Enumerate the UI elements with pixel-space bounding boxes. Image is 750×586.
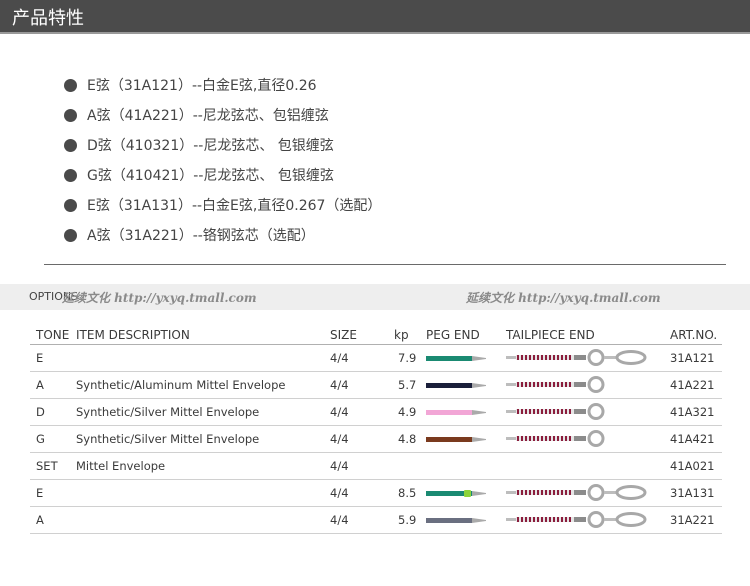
- art-no-cell: 31A221: [670, 513, 715, 527]
- feature-text: G弦（410421）--尼龙弦芯、 包银缠弦: [87, 168, 334, 184]
- bullet-icon: [64, 228, 77, 242]
- peg-end-icon: [426, 383, 486, 388]
- options-table: TONE ITEM DESCRIPTION SIZE kp PEG END TA…: [30, 326, 722, 534]
- feature-text: D弦（410321）--尼龙弦芯、 包银缠弦: [87, 138, 334, 154]
- header-art-no: ART.NO.: [670, 328, 718, 342]
- art-no-cell: 31A121: [670, 351, 715, 365]
- size-cell: 4/4: [330, 351, 349, 365]
- tone-cell: G: [36, 432, 45, 446]
- bullet-icon: [64, 78, 77, 92]
- table-row: A 4/4 5.9 31A221: [30, 507, 722, 534]
- kp-cell: 7.9: [398, 351, 417, 365]
- tone-cell: A: [36, 513, 44, 527]
- kp-cell: 4.9: [398, 405, 417, 419]
- size-cell: 4/4: [330, 432, 349, 446]
- peg-end-icon: [426, 437, 486, 442]
- bullet-icon: [64, 168, 77, 182]
- kp-cell: 5.9: [398, 513, 417, 527]
- art-no-cell: 41A321: [670, 405, 715, 419]
- kp-cell: 5.7: [398, 378, 417, 392]
- header-peg-end: PEG END: [426, 328, 480, 342]
- description-cell: Synthetic/Aluminum Mittel Envelope: [76, 378, 286, 392]
- peg-end-icon: [426, 518, 486, 523]
- options-band: OPTIONS 延续文化 http://yxyq.tmall.com 延续文化 …: [0, 284, 750, 310]
- watermark-left: 延续文化 http://yxyq.tmall.com: [62, 291, 257, 305]
- header-tailpiece-end: TAILPIECE END: [506, 328, 595, 342]
- bullet-icon: [64, 138, 77, 152]
- tone-cell: D: [36, 405, 45, 419]
- tailpiece-end-icon: [506, 349, 647, 366]
- table-body: E 4/4 7.9 31A121 A Synthetic/Aluminum Mittel …: [30, 345, 722, 534]
- tone-cell: SET: [36, 459, 58, 473]
- tone-cell: A: [36, 378, 44, 392]
- feature-item: E弦（31A121）--白金E弦,直径0.26: [64, 70, 381, 100]
- tone-cell: E: [36, 351, 44, 365]
- tailpiece-end-icon: [506, 511, 647, 528]
- art-no-cell: 41A421: [670, 432, 715, 446]
- feature-item: A弦（31A221）--铬钢弦芯（选配）: [64, 220, 381, 250]
- art-no-cell: 41A021: [670, 459, 715, 473]
- art-no-cell: 41A221: [670, 378, 715, 392]
- size-cell: 4/4: [330, 459, 349, 473]
- feature-item: E弦（31A131）--白金E弦,直径0.267（选配）: [64, 190, 381, 220]
- tailpiece-end-icon: [506, 430, 605, 447]
- kp-cell: 4.8: [398, 432, 417, 446]
- tailpiece-end-icon: [506, 403, 605, 420]
- size-cell: 4/4: [330, 378, 349, 392]
- size-cell: 4/4: [330, 513, 349, 527]
- tone-cell: E: [36, 486, 44, 500]
- feature-item: A弦（41A221）--尼龙弦芯、包铝缠弦: [64, 100, 381, 130]
- peg-end-icon: [426, 356, 486, 361]
- kp-cell: 8.5: [398, 486, 417, 500]
- header-kp: kp: [394, 328, 409, 342]
- bullet-icon: [64, 198, 77, 212]
- feature-text: A弦（31A221）--铬钢弦芯（选配）: [87, 228, 315, 244]
- feature-text: E弦（31A131）--白金E弦,直径0.267（选配）: [87, 198, 382, 214]
- section-divider: [44, 264, 726, 265]
- size-cell: 4/4: [330, 486, 349, 500]
- table-row: E 4/4 8.5 31A131: [30, 480, 722, 507]
- section-header: 产品特性: [0, 0, 750, 34]
- size-cell: 4/4: [330, 405, 349, 419]
- peg-end-icon: [426, 410, 486, 415]
- tailpiece-end-icon: [506, 376, 605, 393]
- peg-end-icon: [426, 490, 486, 497]
- header-size: SIZE: [330, 328, 357, 342]
- feature-item: D弦（410321）--尼龙弦芯、 包银缠弦: [64, 130, 381, 160]
- tailpiece-end-icon: [506, 484, 647, 501]
- header-description: ITEM DESCRIPTION: [76, 328, 190, 342]
- table-row: E 4/4 7.9 31A121: [30, 345, 722, 372]
- feature-item: G弦（410421）--尼龙弦芯、 包银缠弦: [64, 160, 381, 190]
- table-row: G Synthetic/Silver Mittel Envelope 4/4 4.8 4…: [30, 426, 722, 453]
- feature-list: E弦（31A121）--白金E弦,直径0.26 A弦（41A221）--尼龙弦芯、…: [64, 70, 381, 250]
- feature-text: A弦（41A221）--尼龙弦芯、包铝缠弦: [87, 108, 329, 124]
- table-row: A Synthetic/Aluminum Mittel Envelope 4/4 5.…: [30, 372, 722, 399]
- bullet-icon: [64, 108, 77, 122]
- table-row: SET Mittel Envelope 4/4 41A021: [30, 453, 722, 480]
- description-cell: Synthetic/Silver Mittel Envelope: [76, 405, 260, 419]
- section-title: 产品特性: [12, 8, 84, 29]
- description-cell: Mittel Envelope: [76, 459, 166, 473]
- watermark-right: 延续文化 http://yxyq.tmall.com: [466, 291, 661, 305]
- feature-text: E弦（31A121）--白金E弦,直径0.26: [87, 78, 317, 94]
- description-cell: Synthetic/Silver Mittel Envelope: [76, 432, 260, 446]
- header-tone: TONE: [36, 328, 70, 342]
- table-header-row: TONE ITEM DESCRIPTION SIZE kp PEG END TA…: [30, 326, 722, 345]
- art-no-cell: 31A131: [670, 486, 715, 500]
- table-row: D Synthetic/Silver Mittel Envelope 4/4 4.9 4…: [30, 399, 722, 426]
